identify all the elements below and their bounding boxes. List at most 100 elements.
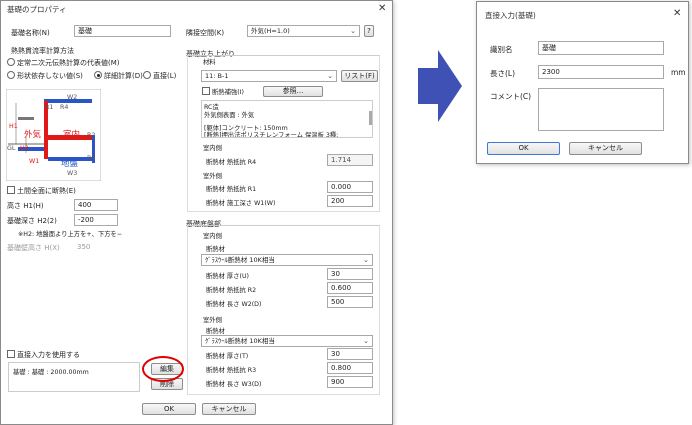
calc-opt3-label: 詳細計算(D) — [104, 72, 143, 80]
in-thick-input[interactable]: 30 — [327, 268, 373, 280]
depth-label: 基礎深さ H2(2) — [7, 217, 57, 225]
adjacent-space-label: 隣接空間(K) — [186, 29, 225, 37]
out-w1-label: 断熱材 施工深さ W1(W) — [206, 200, 276, 207]
chevron-down-icon: ⌄ — [363, 337, 369, 345]
out-mat-label: 断熱材 — [206, 328, 225, 335]
calc-opt2-label: 形状依存しない値(S) — [17, 72, 83, 80]
out-w1-input[interactable]: 200 — [327, 195, 373, 207]
id-input[interactable]: 基礎 — [538, 41, 664, 55]
chevron-down-icon: ⌄ — [363, 256, 369, 264]
direct-value-text: 基礎 : 基礎 : 2000.00mm — [13, 369, 89, 376]
material-select[interactable]: 11: B-1 ⌄ — [201, 70, 337, 82]
length-input[interactable]: 2300 — [538, 65, 664, 79]
list-button[interactable]: リスト(F) — [341, 70, 378, 82]
calc-opt3-radio[interactable] — [94, 71, 102, 79]
diagram-r1-label: R1 — [45, 104, 54, 111]
material-info-box: RC造 外気側表面 : 外気 [躯体]コンクリート: 150mm [断熱]押出法… — [201, 100, 373, 138]
highlight-circle — [142, 356, 184, 382]
base-wall-value: 350 — [77, 243, 91, 251]
direct-ok-button[interactable]: OK — [487, 142, 560, 155]
in-r2-input[interactable]: 0.600 — [327, 282, 373, 294]
material-label: 材料 — [203, 59, 216, 66]
cancel-button[interactable]: キャンセル — [202, 403, 256, 415]
depth-input[interactable]: -200 — [74, 214, 118, 226]
comment-label: コメント(C) — [490, 92, 532, 101]
diagram-h2-label: H2 — [20, 145, 29, 152]
diagram-h1-label: H1 — [9, 123, 18, 130]
direct-input-dialog: 直接入力(基礎) ✕ 識別名 基礎 長さ(L) 2300 mm コメント(C) … — [476, 1, 689, 164]
rise-inside-label: 室内側 — [203, 145, 222, 152]
id-label: 識別名 — [490, 45, 513, 54]
name-label: 基礎名称(N) — [11, 29, 50, 37]
in-r4-label: 断熱材 熱抵抗 R4 — [206, 159, 257, 166]
out-len-input[interactable]: 900 — [327, 376, 373, 388]
ins-rep-checkbox[interactable] — [202, 87, 210, 95]
out-thick-input[interactable]: 30 — [327, 348, 373, 360]
calc-opt2-radio[interactable] — [7, 71, 15, 79]
in-len-label: 断熱材 長さ W2(D) — [206, 301, 262, 308]
length-unit: mm — [671, 68, 686, 77]
close-icon[interactable]: ✕ — [378, 4, 386, 14]
diagram-r4-label: R4 — [60, 104, 69, 111]
info-line: 外気側表面 : 外気 — [204, 112, 255, 119]
out-mat-value: ｸﾞﾗｽｳｰﾙ断熱材 10K相当 — [205, 337, 275, 345]
info-scrollbar[interactable] — [369, 111, 372, 125]
adjacent-space-select[interactable]: 外気(H=1.0) ⌄ — [247, 25, 360, 37]
diagram-outside-label: 外気 — [24, 130, 42, 140]
height-label: 高さ H1(H) — [7, 202, 44, 210]
height-input[interactable]: 400 — [74, 199, 118, 211]
out-r1-label: 断熱材 熱抵抗 R1 — [206, 186, 257, 193]
diagram-inside-label: 室内 — [63, 130, 81, 140]
in-mat-value: ｸﾞﾗｽｳｰﾙ断熱材 10K相当 — [205, 256, 275, 264]
out-thick-label: 断熱材 厚さ(T) — [206, 353, 249, 360]
in-r2-label: 断熱材 熱抵抗 R2 — [206, 287, 257, 294]
reference-button[interactable]: 参照... — [263, 86, 323, 97]
in-mat-select[interactable]: ｸﾞﾗｽｳｰﾙ断熱材 10K相当 ⌄ — [201, 254, 373, 266]
direct-input-checkbox[interactable] — [7, 350, 15, 358]
info-line: [断熱]押出法ポリスチレンフォーム 保温板 3種: — [204, 132, 339, 138]
arrow-right-icon — [418, 50, 462, 122]
direct-dialog-title: 直接入力(基礎) — [485, 11, 536, 20]
name-input[interactable]: 基礎 — [74, 25, 171, 37]
in-len-input[interactable]: 500 — [327, 296, 373, 308]
in-mat-label: 断熱材 — [206, 246, 225, 253]
ok-button[interactable]: OK — [142, 403, 196, 415]
out-r3-input[interactable]: 0.800 — [327, 362, 373, 374]
calc-opt1-radio[interactable] — [7, 58, 15, 66]
rise-outside-label: 室外側 — [203, 173, 222, 180]
comment-textarea[interactable] — [538, 88, 664, 131]
base-wall-label: 基礎壁高さ H(X) — [7, 244, 60, 252]
chevron-down-icon: ⌄ — [350, 27, 356, 35]
diagram-w1-label: W1 — [29, 158, 40, 165]
in-thick-label: 断熱材 厚さ(U) — [206, 273, 250, 280]
calc-opt4-radio[interactable] — [143, 71, 151, 79]
out-r1-input[interactable]: 0.000 — [327, 181, 373, 193]
out-len-label: 断熱材 長さ W3(D) — [206, 381, 262, 388]
diagram-gl-label: GL — [7, 145, 16, 152]
diagram-w3-label: W3 — [67, 170, 78, 177]
in-r4-value: 1.714 — [327, 154, 373, 166]
diagram-ground-label: 地盤 — [61, 159, 79, 169]
direct-cancel-button[interactable]: キャンセル — [569, 142, 642, 155]
dirt-floor-checkbox[interactable] — [7, 186, 15, 194]
close-icon[interactable]: ✕ — [673, 9, 681, 19]
dirt-floor-label: 土間全面に断熱(E) — [17, 187, 76, 195]
dialog-title: 基礎のプロパティ — [7, 5, 67, 14]
out-r3-label: 断熱材 熱抵抗 R3 — [206, 367, 257, 374]
length-label: 長さ(L) — [490, 69, 516, 78]
calc-opt4-label: 直接(L) — [153, 72, 177, 80]
ins-rep-label: 断熱補強(I) — [212, 89, 244, 96]
diagram-w2-label: W2 — [67, 94, 78, 101]
calc-opt1-label: 定常二次元伝熱計算の代表値(M) — [17, 59, 120, 67]
help-button[interactable]: ? — [364, 25, 374, 37]
depth-note: ※H2: 地盤面より上方を+、下方を− — [18, 231, 123, 238]
bottom-inside-label: 室内側 — [203, 233, 222, 240]
diagram-r3-label: R3 — [87, 155, 96, 162]
out-mat-select[interactable]: ｸﾞﾗｽｳｰﾙ断熱材 10K相当 ⌄ — [201, 335, 373, 347]
material-value: 11: B-1 — [205, 72, 229, 80]
diagram-r2-label: R2 — [87, 132, 96, 139]
direct-input-label: 直接入力を使用する — [17, 351, 80, 359]
bottom-outside-label: 室外側 — [203, 317, 222, 324]
foundation-properties-dialog: 基礎のプロパティ ✕ 基礎名称(N) 基礎 熱熱貫流率計算方法 定常二次元伝熱計… — [0, 0, 393, 425]
adjacent-space-value: 外気(H=1.0) — [251, 27, 290, 35]
